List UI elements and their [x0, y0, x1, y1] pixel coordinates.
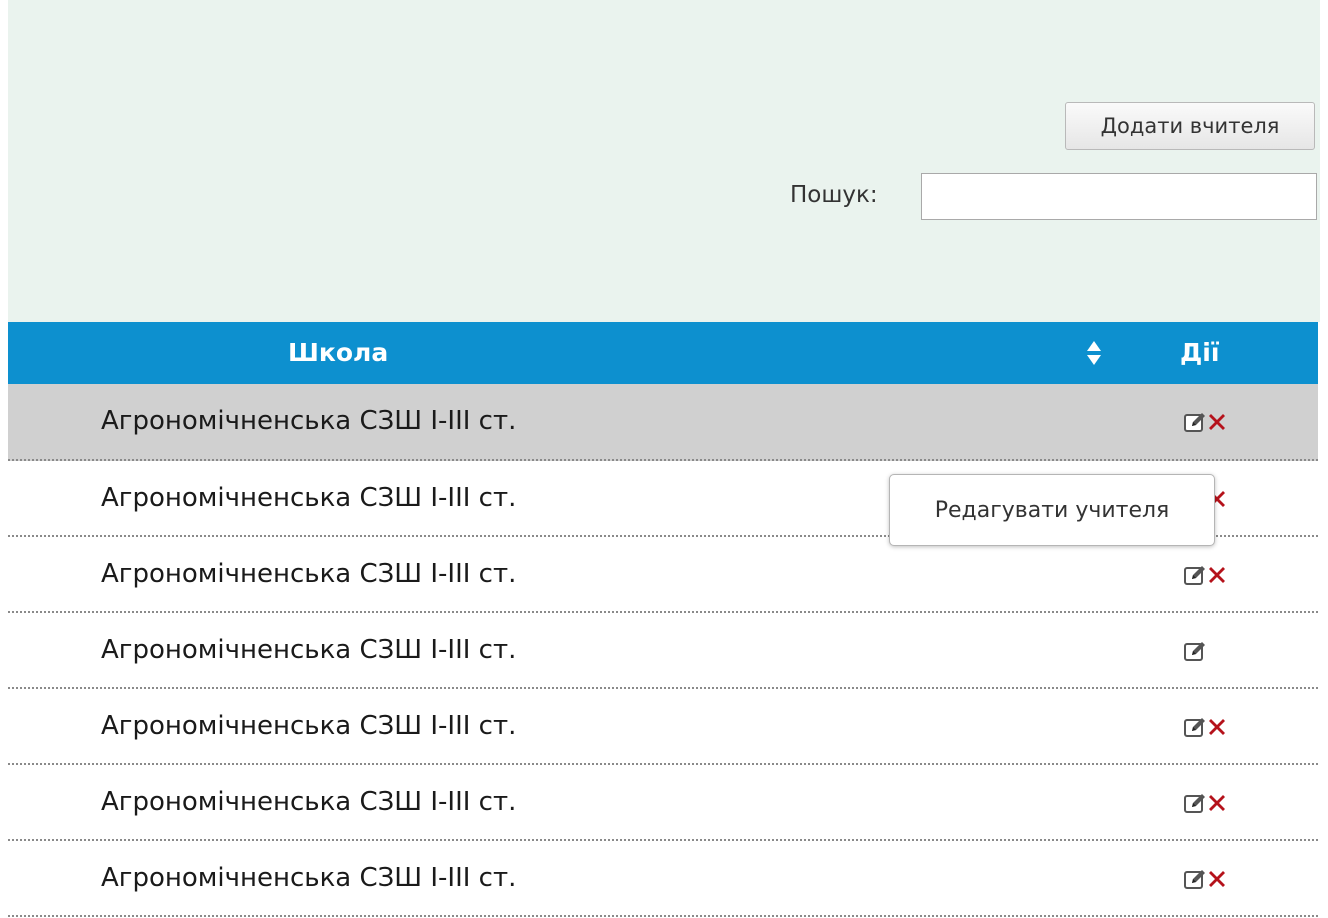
row-actions	[1183, 713, 1229, 741]
row-actions	[1183, 789, 1229, 817]
edit-icon[interactable]	[1183, 867, 1207, 891]
table-row: Агрономічненська СЗШ І-ІІІ ст.	[8, 841, 1318, 917]
row-actions	[1183, 637, 1207, 665]
school-cell: Агрономічненська СЗШ І-ІІІ ст.	[101, 483, 517, 513]
school-cell: Агрономічненська СЗШ І-ІІІ ст.	[101, 406, 517, 436]
toolbar-panel	[8, 0, 1320, 322]
edit-teacher-tooltip: Редагувати учителя	[889, 474, 1215, 546]
edit-icon[interactable]	[1183, 410, 1207, 434]
row-actions	[1183, 865, 1229, 893]
column-header-actions: Дії	[1180, 338, 1220, 367]
add-teacher-button[interactable]: Додати вчителя	[1065, 102, 1315, 150]
edit-icon[interactable]	[1183, 715, 1207, 739]
search-input[interactable]	[921, 173, 1317, 220]
edit-icon[interactable]	[1183, 791, 1207, 815]
delete-icon[interactable]	[1205, 867, 1229, 891]
delete-icon[interactable]	[1205, 563, 1229, 587]
page: Додати вчителя Пошук: Школа Дії Агрономі…	[0, 0, 1328, 918]
edit-icon[interactable]	[1183, 639, 1207, 663]
teachers-table: Школа Дії Агрономічненська СЗШ І-ІІІ ст.…	[8, 322, 1318, 917]
search-label: Пошук:	[790, 182, 878, 208]
school-cell: Агрономічненська СЗШ І-ІІІ ст.	[101, 711, 517, 741]
delete-icon[interactable]	[1205, 715, 1229, 739]
column-header-school[interactable]: Школа	[288, 338, 388, 367]
school-cell: Агрономічненська СЗШ І-ІІІ ст.	[101, 635, 517, 665]
table-row: Агрономічненська СЗШ І-ІІІ ст.	[8, 765, 1318, 841]
row-actions	[1183, 408, 1229, 436]
table-header: Школа Дії	[8, 322, 1318, 384]
table-row: Агрономічненська СЗШ І-ІІІ ст.	[8, 384, 1318, 461]
delete-icon[interactable]	[1205, 791, 1229, 815]
row-actions	[1183, 561, 1229, 589]
edit-icon[interactable]	[1183, 563, 1207, 587]
school-cell: Агрономічненська СЗШ І-ІІІ ст.	[101, 559, 517, 589]
table-row: Агрономічненська СЗШ І-ІІІ ст.	[8, 613, 1318, 689]
sort-icon[interactable]	[1086, 340, 1102, 366]
table-body: Агрономічненська СЗШ І-ІІІ ст. Агрономічн…	[8, 384, 1318, 917]
school-cell: Агрономічненська СЗШ І-ІІІ ст.	[101, 787, 517, 817]
delete-icon[interactable]	[1205, 410, 1229, 434]
table-row: Агрономічненська СЗШ І-ІІІ ст.	[8, 689, 1318, 765]
table-row: Агрономічненська СЗШ І-ІІІ ст.	[8, 537, 1318, 613]
school-cell: Агрономічненська СЗШ І-ІІІ ст.	[101, 863, 517, 893]
